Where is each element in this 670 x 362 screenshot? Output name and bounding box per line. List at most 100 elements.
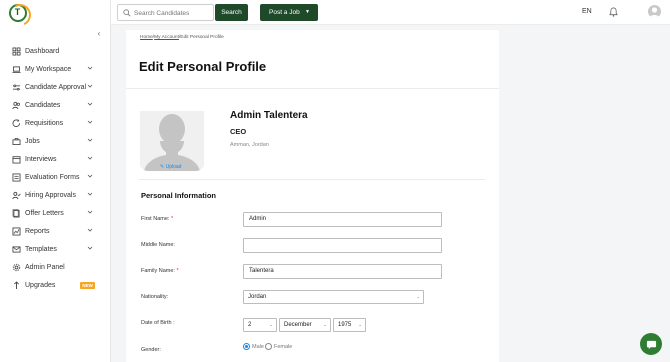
chevron-down-icon[interactable] (87, 227, 93, 233)
family-name-label: Family Name: * (141, 268, 179, 274)
radio-unselected (265, 343, 272, 350)
dob-month-select[interactable]: December ⌄ (279, 318, 331, 332)
chevron-down-icon[interactable] (87, 137, 93, 143)
sidebar-item-dashboard[interactable]: Dashboard (0, 42, 110, 60)
dob-month-value: December (284, 322, 312, 328)
sidebar-item-label: Evaluation Forms (25, 173, 80, 181)
radio-selected (243, 343, 250, 350)
upload-label: Upload (165, 164, 182, 170)
approval-icon (12, 84, 21, 90)
sidebar-item-admin-panel[interactable]: Admin Panel (0, 258, 110, 276)
upload-photo-link[interactable]: ✎ Upload (160, 164, 181, 170)
sidebar-item-offer-letters[interactable]: Offer Letters (0, 204, 110, 222)
search-button[interactable]: Search (215, 4, 248, 21)
chevron-down-icon[interactable] (87, 209, 93, 215)
sidebar-nav: Dashboard My Workspace Candidate Approval C… (0, 42, 110, 294)
nationality-select[interactable]: Jordan ⌄ (243, 290, 424, 304)
sidebar-item-label: Dashboard (25, 47, 60, 55)
laptop-icon (12, 65, 21, 73)
profile-photo (140, 111, 204, 171)
search-placeholder: Search Candidates (134, 9, 190, 17)
chevron-down-icon: ⌄ (358, 322, 362, 327)
chevron-down-icon[interactable] (87, 83, 93, 89)
chart-icon (12, 227, 21, 235)
sidebar-item-label: Templates (25, 245, 57, 253)
briefcase-icon (12, 137, 21, 145)
breadcrumb-home-link[interactable]: Home (140, 35, 153, 40)
sidebar-item-label: Upgrades (25, 281, 56, 289)
mail-icon (12, 245, 21, 253)
sidebar-item-label: Reports (25, 227, 50, 235)
sidebar: T ‹ Dashboard My Workspace Candidate Appro… (0, 0, 111, 362)
nationality-label: Nationality: (141, 294, 169, 300)
dob-year-select[interactable]: 1975 ⌄ (333, 318, 366, 332)
chevron-down-icon[interactable] (87, 173, 93, 179)
chevron-down-icon[interactable] (87, 65, 93, 71)
middle-name-label: Middle Name: (141, 242, 175, 248)
chevron-down-icon[interactable] (87, 101, 93, 107)
chevron-down-icon: ▼ (305, 9, 310, 15)
first-name-label: First Name: * (141, 216, 173, 222)
sidebar-item-candidate-approval[interactable]: Candidate Approval (0, 78, 110, 96)
talentera-logo[interactable]: T (9, 4, 27, 22)
search-icon (123, 9, 131, 17)
personal-info-title: Personal Information (141, 191, 217, 200)
users-icon (12, 101, 20, 109)
title-divider (126, 88, 499, 89)
profile-role: CEO (230, 127, 247, 136)
calendar-icon (12, 155, 21, 163)
edit-profile-card: Home/My Account/Edit Personal Profile Ed… (126, 30, 499, 362)
chevron-down-icon[interactable] (87, 191, 93, 197)
search-input[interactable]: Search Candidates (117, 4, 214, 21)
sidebar-item-reports[interactable]: Reports (0, 222, 110, 240)
page-title: Edit Personal Profile (139, 59, 267, 74)
required-asterisk: * (176, 268, 179, 274)
family-name-input[interactable]: Talentera (243, 264, 442, 279)
gender-female-label: Female (274, 343, 293, 350)
post-job-button[interactable]: Post a Job ▼ (260, 4, 318, 21)
breadcrumb: Home/My Account/Edit Personal Profile (140, 35, 224, 40)
chevron-down-icon[interactable] (87, 155, 93, 161)
middle-name-input[interactable] (243, 238, 442, 253)
required-asterisk: * (170, 216, 174, 222)
language-switch[interactable]: EN (582, 8, 592, 15)
first-name-input[interactable]: Admin (243, 212, 442, 227)
chat-button[interactable] (640, 333, 662, 355)
collapse-sidebar-icon[interactable]: ‹ (95, 30, 103, 38)
dashboard-icon (12, 47, 21, 55)
sidebar-item-label: Interviews (25, 155, 57, 163)
upgrade-icon (14, 280, 19, 289)
sidebar-item-label: My Workspace (25, 65, 72, 73)
profile-name: Admin Talentera (230, 110, 308, 121)
sidebar-item-candidates[interactable]: Candidates (0, 96, 110, 114)
chat-bubble-icon (646, 340, 656, 349)
gender-male-radio[interactable]: Male (243, 343, 264, 350)
sidebar-item-my-workspace[interactable]: My Workspace (0, 60, 110, 78)
gender-label: Gender: (141, 347, 161, 353)
dob-day-select[interactable]: 2 ⌄ (243, 318, 277, 332)
sidebar-item-label: Requisitions (25, 119, 64, 127)
avatar-silhouette-icon (649, 7, 660, 18)
chevron-down-icon[interactable] (87, 245, 93, 251)
sidebar-item-label: Jobs (25, 137, 40, 145)
top-bar: Search Candidates Search Post a Job ▼ EN (111, 0, 670, 25)
sidebar-item-requisitions[interactable]: Requisitions (0, 114, 110, 132)
chevron-down-icon[interactable] (87, 119, 93, 125)
post-job-label: Post a Job (269, 9, 300, 16)
profile-divider (139, 179, 485, 180)
sidebar-item-interviews[interactable]: Interviews (0, 150, 110, 168)
gender-male-label: Male (252, 343, 264, 350)
sidebar-item-templates[interactable]: Templates (0, 240, 110, 258)
sidebar-item-jobs[interactable]: Jobs (0, 132, 110, 150)
user-avatar[interactable] (648, 5, 661, 18)
sidebar-item-label: Admin Panel (25, 263, 65, 271)
sidebar-item-hiring-approvals[interactable]: Hiring Approvals (0, 186, 110, 204)
breadcrumb-current: Edit Personal Profile (180, 35, 224, 40)
sidebar-item-upgrades[interactable]: Upgrades NEW (0, 276, 110, 294)
gender-female-radio[interactable]: Female (265, 343, 292, 350)
breadcrumb-account-link[interactable]: My Account (154, 35, 179, 40)
sidebar-item-evaluation-forms[interactable]: Evaluation Forms (0, 168, 110, 186)
family-name-label-text: Family Name: (141, 268, 175, 274)
profile-location: Amman, Jordan (230, 142, 269, 148)
notification-bell-icon[interactable] (609, 7, 618, 17)
